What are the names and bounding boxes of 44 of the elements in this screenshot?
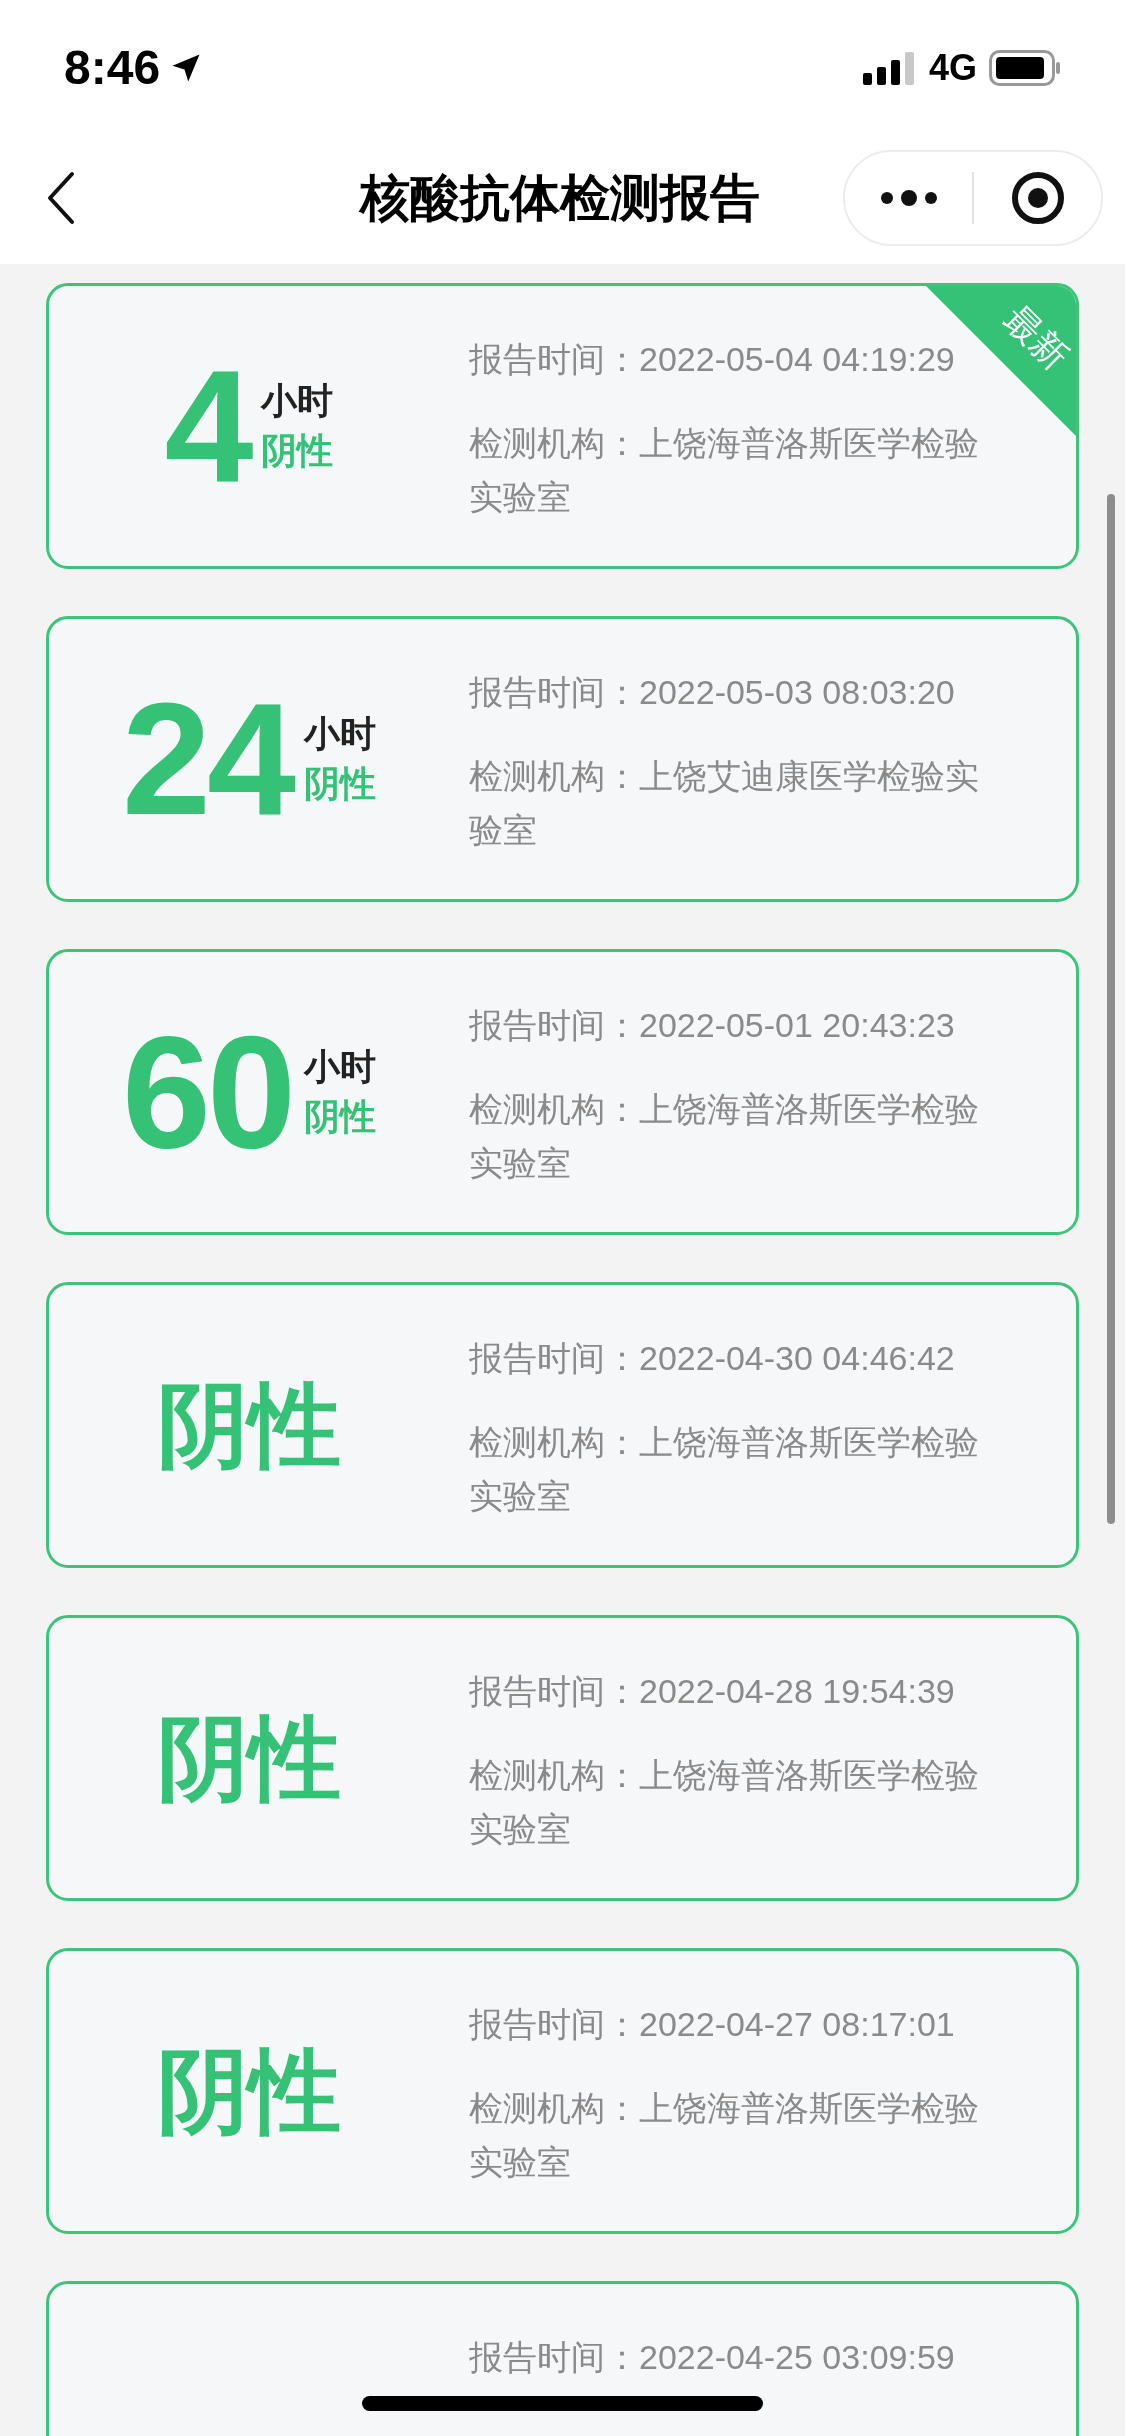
report-time: 2022-05-04 04:19:29 (639, 340, 955, 378)
hours-number: 24 (122, 684, 292, 834)
network-type: 4G (928, 46, 977, 90)
status-time: 8:46 (64, 40, 161, 96)
result-label: 阴性 (157, 2039, 341, 2144)
back-icon[interactable] (46, 171, 76, 225)
result-label: 阴性 (157, 1706, 341, 1811)
institution-text: 检测机构：上饶海普洛斯医学检验实验室 (469, 423, 980, 518)
time-label: 报告时间： (469, 673, 639, 711)
hours-number: 4 (164, 351, 250, 501)
hours-unit: 小时 (304, 712, 376, 756)
signal-icon (862, 51, 917, 85)
institution-text: 检测机构：上饶海普洛斯医学检验实验室 (469, 1755, 980, 1850)
institution-text: 检测机构：上饶海普洛斯医学检验实验室 (469, 1422, 980, 1517)
report-time: 2022-04-28 19:54:39 (639, 1672, 955, 1710)
report-card[interactable]: 阴性 报告时间：2022-04-30 04:46:42 检测机构：上饶海普洛斯医学检验实验室 (46, 1282, 1079, 1568)
report-time: 2022-04-27 08:17:01 (639, 2005, 955, 2043)
hours-unit: 小时 (261, 379, 334, 423)
latest-badge-text: 最新 (996, 298, 1076, 378)
time-label: 报告时间： (469, 1672, 639, 1710)
report-card[interactable]: 报告时间：2022-04-25 03:09:59 (46, 2281, 1079, 2436)
time-label: 报告时间： (469, 2338, 639, 2376)
institution-text: 检测机构：上饶海普洛斯医学检验实验室 (469, 1089, 980, 1184)
report-time: 2022-05-01 20:43:23 (639, 1006, 955, 1044)
time-label: 报告时间： (469, 1339, 639, 1377)
report-time: 2022-05-03 08:03:20 (639, 673, 955, 711)
hours-unit: 小时 (304, 1045, 376, 1089)
time-label: 报告时间： (469, 340, 639, 378)
page-title: 核酸抗体检测报告 (357, 168, 761, 228)
report-time: 2022-04-30 04:46:42 (639, 1339, 955, 1377)
report-card[interactable]: 阴性 报告时间：2022-04-28 19:54:39 检测机构：上饶海普洛斯医学检验实验室 (46, 1615, 1079, 1901)
time-label: 报告时间： (469, 1006, 639, 1044)
report-time: 2022-04-25 03:09:59 (639, 2338, 955, 2376)
institution-text: 检测机构：上饶艾迪康医学检验实验室 (469, 756, 980, 851)
time-label: 报告时间： (469, 2005, 639, 2043)
report-card[interactable]: 阴性 报告时间：2022-04-27 08:17:01 检测机构：上饶海普洛斯医学检验实验室 (46, 1948, 1079, 2234)
result-label: 阴性 (304, 1095, 376, 1139)
battery-icon (989, 50, 1061, 86)
institution-text: 检测机构：上饶海普洛斯医学检验实验室 (469, 2088, 980, 2183)
more-icon[interactable] (878, 188, 939, 208)
result-label: 阴性 (261, 429, 334, 473)
result-label: 阴性 (304, 762, 376, 806)
result-label: 阴性 (157, 1373, 341, 1478)
hours-number: 60 (122, 1017, 292, 1167)
